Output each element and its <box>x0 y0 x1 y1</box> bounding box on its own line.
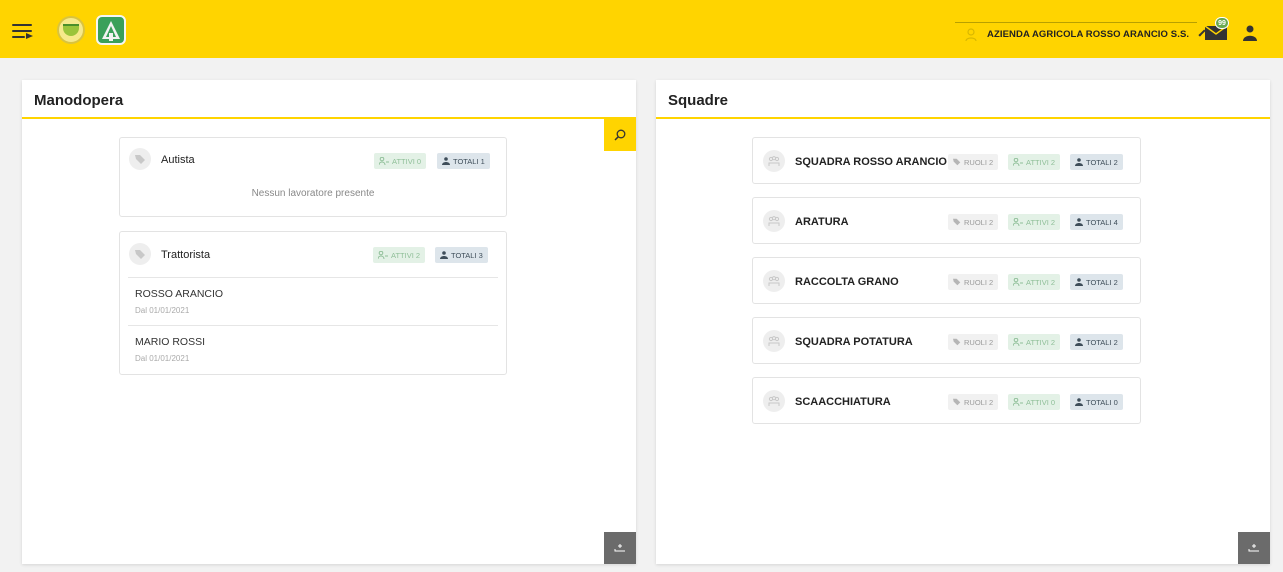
role-card-autista: Autista ATTIVI 0 TOTALI 1 Nessun lavorat… <box>119 137 507 217</box>
team-icon <box>763 330 785 352</box>
top-bar: AZIENDA AGRICOLA ROSSO ARANCIO S.S. 99 <box>0 0 1283 58</box>
app-logo-icon[interactable] <box>57 16 85 44</box>
team-name: ARATURA <box>795 216 849 228</box>
menu-icon[interactable] <box>12 24 33 39</box>
team-icon <box>763 270 785 292</box>
team-name: SQUADRA ROSSO ARANCIO <box>795 156 947 168</box>
tag-icon <box>129 243 151 265</box>
ruoli-badge: RUOLI 2 <box>948 154 999 170</box>
worker-name[interactable]: ROSSO ARANCIO <box>135 288 223 300</box>
panel-divider <box>22 117 636 119</box>
team-card[interactable]: RACCOLTA GRANO RUOLI 2 ATTIVI 2 TOTALI 2 <box>752 257 1141 304</box>
attivi-badge: ATTIVI 2 <box>373 247 426 263</box>
expand-button[interactable] <box>1238 532 1270 564</box>
totali-badge: TOTALI 4 <box>1070 214 1123 230</box>
totali-badge: TOTALI 2 <box>1070 334 1123 350</box>
attivi-badge: ATTIVI 2 <box>1008 274 1061 290</box>
role-name: Trattorista <box>161 249 211 261</box>
team-name: SCAACCHIATURA <box>795 396 891 408</box>
search-button[interactable] <box>604 118 636 151</box>
ruoli-badge: RUOLI 2 <box>948 394 999 410</box>
attivi-badge: ATTIVI 2 <box>1008 154 1061 170</box>
totali-badge: TOTALI 1 <box>437 153 490 169</box>
team-name: RACCOLTA GRANO <box>795 276 899 288</box>
totali-badge: TOTALI 0 <box>1070 394 1123 410</box>
ruoli-badge: RUOLI 2 <box>948 274 999 290</box>
totali-badge: TOTALI 2 <box>1070 154 1123 170</box>
team-card[interactable]: ARATURA RUOLI 2 ATTIVI 2 TOTALI 4 <box>752 197 1141 244</box>
panel-title: Manodopera <box>34 92 124 109</box>
user-icon[interactable] <box>1243 25 1257 41</box>
attivi-badge: ATTIVI 2 <box>1008 214 1061 230</box>
team-icon <box>763 150 785 172</box>
team-icon <box>763 390 785 412</box>
user-outline-icon <box>965 27 977 42</box>
arrow-icon <box>614 544 625 552</box>
squadre-panel: Squadre SQUADRA ROSSO ARANCIO RUOLI 2 ATTI… <box>656 80 1270 564</box>
company-selector[interactable]: AZIENDA AGRICOLA ROSSO ARANCIO S.S. <box>955 22 1206 46</box>
divider <box>128 325 498 326</box>
team-name: SQUADRA POTATURA <box>795 336 913 348</box>
team-icon <box>763 210 785 232</box>
expand-button[interactable] <box>604 532 636 564</box>
empty-message: Nessun lavoratore presente <box>251 188 375 199</box>
panel-divider <box>656 117 1270 119</box>
messages-badge: 99 <box>1215 17 1229 29</box>
tag-icon <box>129 148 151 170</box>
attivi-badge: ATTIVI 2 <box>1008 334 1061 350</box>
search-icon <box>614 129 626 141</box>
role-card-trattorista: Trattorista ATTIVI 2 TOTALI 3 ROSSO ARAN… <box>119 231 507 375</box>
worker-since: Dal 01/01/2021 <box>135 354 190 363</box>
attivi-badge: ATTIVI 0 <box>1008 394 1061 410</box>
worker-name[interactable]: MARIO ROSSI <box>135 336 205 348</box>
team-card[interactable]: SQUADRA ROSSO ARANCIO RUOLI 2 ATTIVI 2 TOTA… <box>752 137 1141 184</box>
ruoli-badge: RUOLI 2 <box>948 334 999 350</box>
totali-badge: TOTALI 3 <box>435 247 488 263</box>
role-name: Autista <box>161 154 195 166</box>
team-card[interactable]: SQUADRA POTATURA RUOLI 2 ATTIVI 2 TOTALI 2 <box>752 317 1141 364</box>
arrow-icon <box>1248 544 1259 552</box>
attivi-badge: ATTIVI 0 <box>374 153 427 169</box>
totali-badge: TOTALI 2 <box>1070 274 1123 290</box>
panel-title: Squadre <box>668 92 729 109</box>
brand-logo-icon[interactable] <box>96 15 126 45</box>
manodopera-panel: Manodopera Autista ATTIVI 0 TOTALI 1 Nes… <box>22 80 636 564</box>
divider <box>128 277 498 278</box>
ruoli-badge: RUOLI 2 <box>948 214 999 230</box>
worker-since: Dal 01/01/2021 <box>135 306 190 315</box>
team-card[interactable]: SCAACCHIATURA RUOLI 2 ATTIVI 0 TOTALI 0 <box>752 377 1141 424</box>
company-name: AZIENDA AGRICOLA ROSSO ARANCIO S.S. <box>987 29 1190 40</box>
